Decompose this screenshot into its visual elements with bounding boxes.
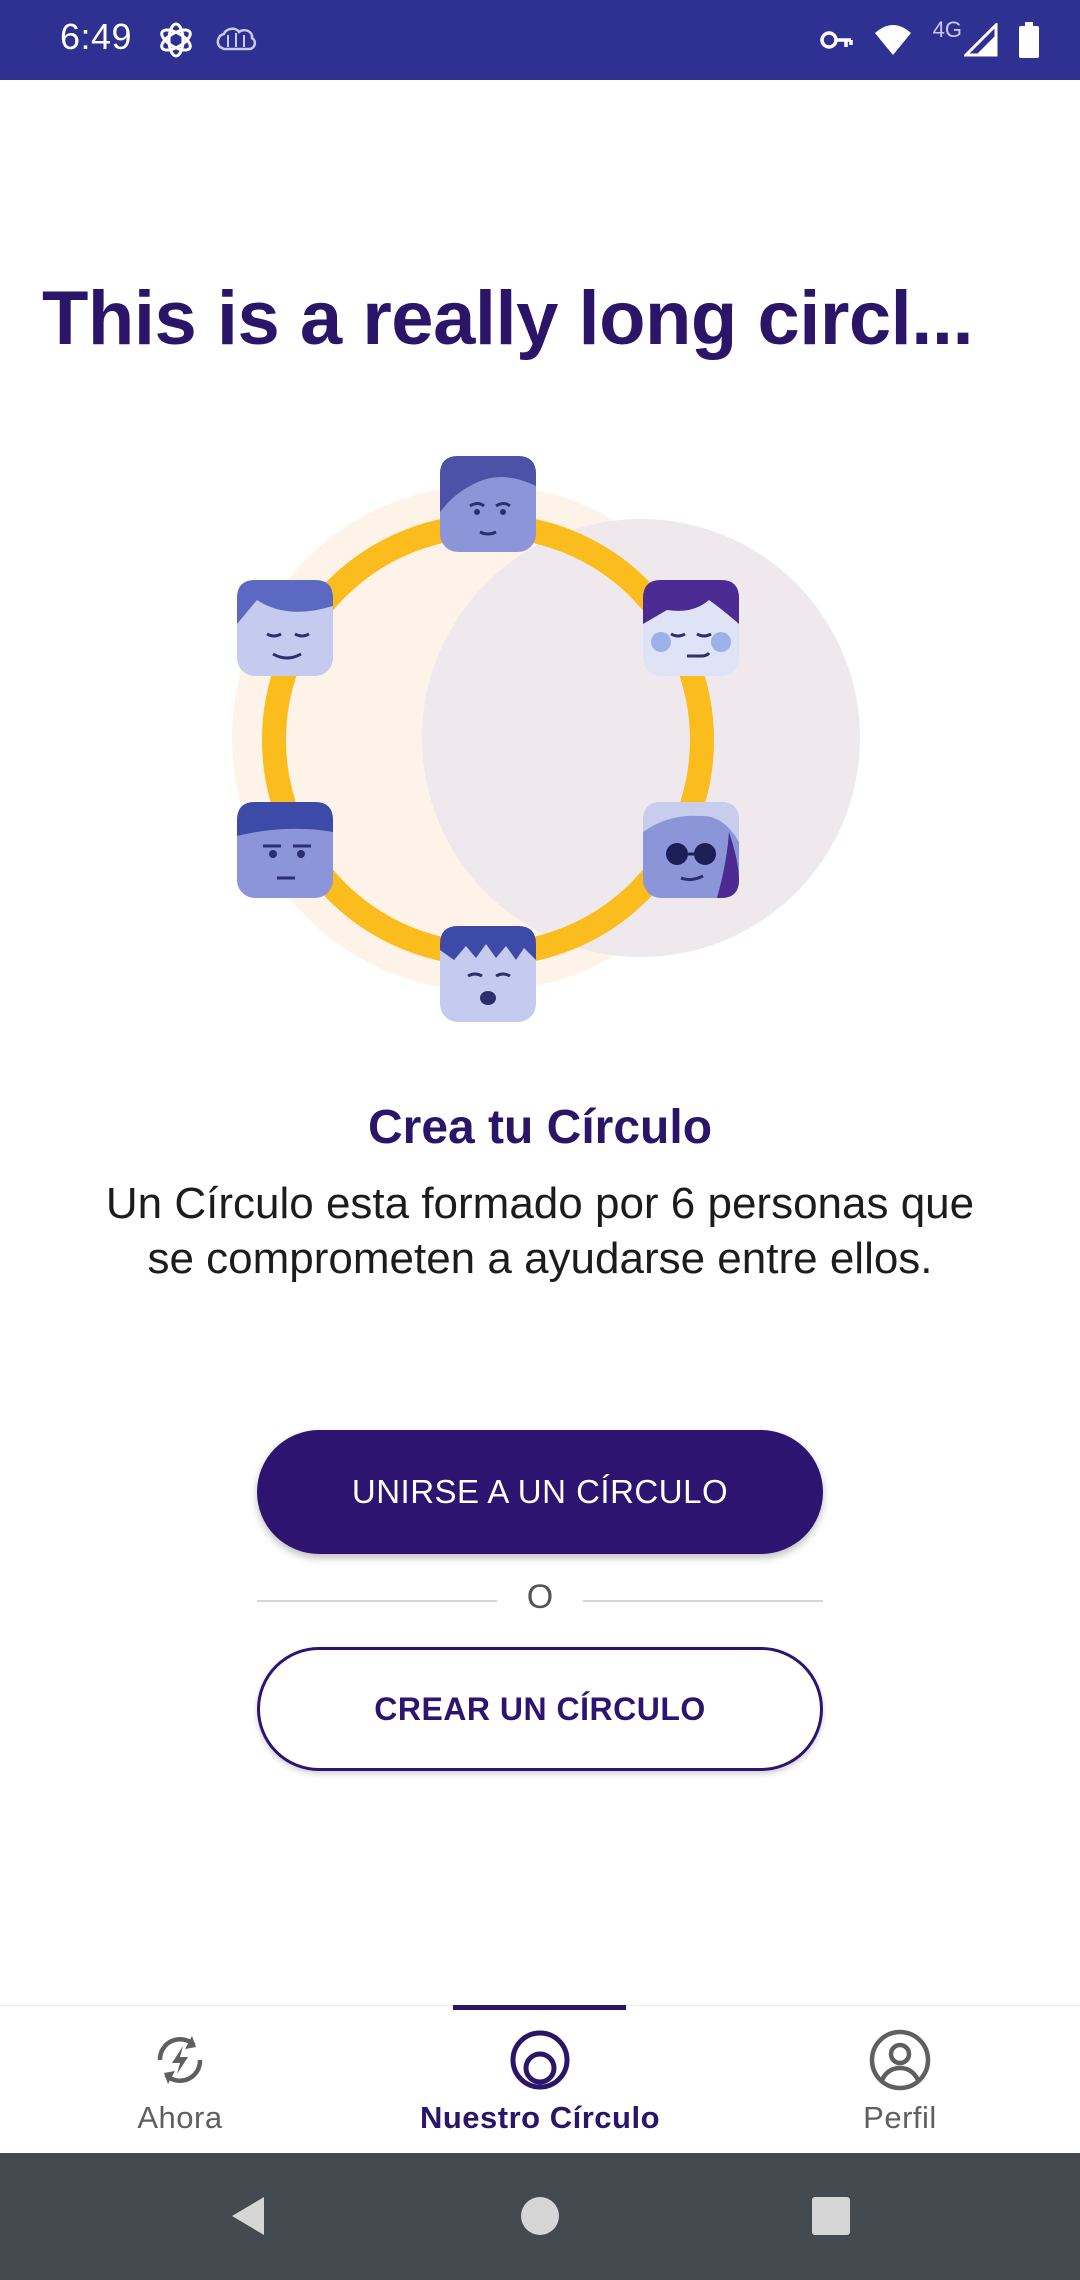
face-upper-right-icon bbox=[643, 580, 739, 676]
back-icon[interactable] bbox=[224, 2191, 274, 2241]
battery-icon bbox=[1019, 22, 1039, 58]
system-navigation-bar bbox=[0, 2153, 1080, 2280]
or-divider: O bbox=[257, 1575, 823, 1625]
section-description: Un Círculo esta formado por 6 personas q… bbox=[105, 1179, 975, 1283]
page-title: This is a really long circl... bbox=[42, 276, 974, 361]
nav-item-ahora[interactable]: Ahora bbox=[0, 2006, 360, 2154]
divider-line-right bbox=[583, 1600, 823, 1602]
create-circle-button[interactable]: CREAR UN CÍRCULO bbox=[257, 1647, 823, 1771]
face-bottom-icon bbox=[440, 926, 536, 1022]
nav-label-ahora: Ahora bbox=[137, 2100, 223, 2135]
nav-active-indicator bbox=[453, 2005, 626, 2010]
wifi-icon bbox=[874, 25, 911, 55]
recents-icon[interactable] bbox=[806, 2191, 856, 2241]
status-time: 6:49 bbox=[60, 16, 133, 57]
status-bar: 6:49 4G bbox=[0, 0, 1080, 80]
network-type-label: 4G bbox=[932, 17, 962, 42]
bottom-navigation: Ahora Nuestro Círculo Perfil bbox=[0, 2005, 1080, 2154]
nav-item-nuestro-circulo[interactable]: Nuestro Círculo bbox=[360, 2006, 720, 2154]
divider-text: O bbox=[526, 1578, 554, 1616]
face-top-icon bbox=[440, 456, 536, 552]
section-heading: Crea tu Círculo bbox=[367, 1101, 713, 1154]
join-circle-button[interactable]: UNIRSE A UN CÍRCULO bbox=[257, 1430, 823, 1554]
nav-label-perfil: Perfil bbox=[863, 2100, 937, 2135]
circle-illustration bbox=[232, 456, 860, 1022]
profile-icon bbox=[869, 2029, 931, 2091]
nav-item-perfil[interactable]: Perfil bbox=[720, 2006, 1080, 2154]
openai-icon bbox=[160, 22, 192, 58]
vpn-key-icon bbox=[819, 31, 853, 49]
home-icon[interactable] bbox=[515, 2191, 565, 2241]
bolt-refresh-icon bbox=[157, 2036, 203, 2084]
face-lower-right-icon bbox=[643, 802, 739, 898]
circle-icon bbox=[510, 2030, 570, 2090]
brain-icon bbox=[216, 27, 257, 51]
face-lower-left-icon bbox=[237, 802, 333, 898]
face-upper-left-icon bbox=[237, 580, 333, 676]
signal-icon bbox=[964, 23, 998, 57]
nav-label-nuestro-circulo: Nuestro Círculo bbox=[419, 2100, 661, 2135]
